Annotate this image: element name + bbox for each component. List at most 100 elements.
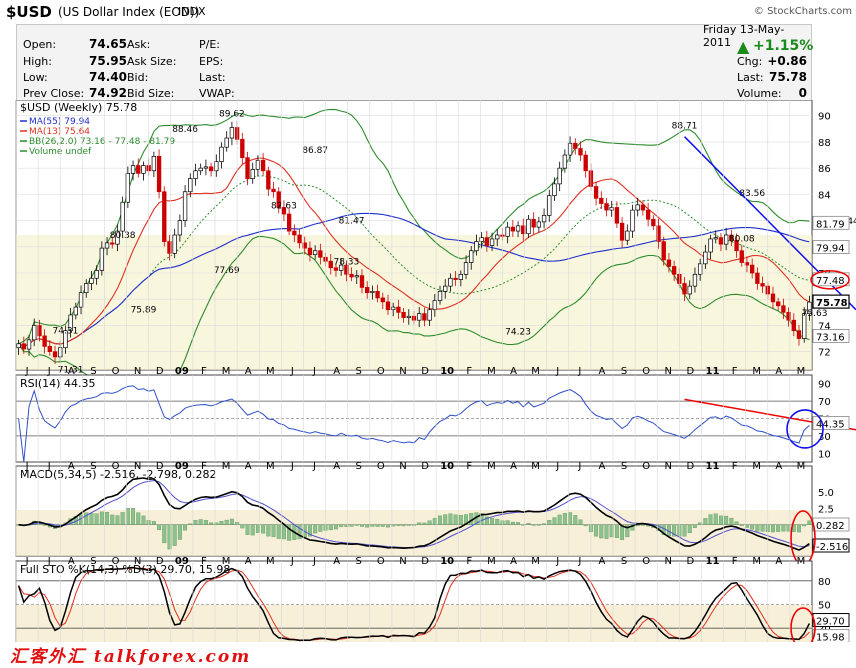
candle-body bbox=[292, 230, 297, 236]
candle-body bbox=[307, 247, 313, 256]
candle-body bbox=[526, 218, 531, 235]
macd-histogram-bar bbox=[526, 523, 531, 525]
x-tick-label: S bbox=[356, 461, 362, 472]
candle-body bbox=[489, 238, 495, 246]
macd-histogram-bar bbox=[209, 522, 214, 525]
sto-d-label: 15.98 bbox=[816, 632, 845, 642]
candle-body bbox=[718, 237, 724, 245]
x-tick-label: M bbox=[487, 366, 496, 377]
price-annotation: 86.87 bbox=[302, 146, 328, 156]
candle-body bbox=[354, 275, 359, 278]
volume-value: 0 bbox=[798, 86, 807, 100]
macd-histogram-bar bbox=[141, 515, 146, 525]
candle-body bbox=[536, 221, 542, 228]
candle-body bbox=[89, 277, 94, 284]
y-tick-label: 90 bbox=[818, 112, 831, 123]
macd-histogram-bar bbox=[271, 524, 276, 537]
change-percent: +1.15% bbox=[753, 38, 814, 54]
price-panel-title: $USD (Weekly) 75.78 bbox=[20, 101, 137, 114]
open-label: Open: bbox=[23, 38, 57, 51]
candle-body bbox=[417, 313, 422, 321]
candle-body bbox=[651, 218, 656, 227]
x-tick-label: D bbox=[156, 366, 164, 377]
x-tick-label: M bbox=[266, 556, 275, 567]
macd-histogram-bar bbox=[333, 524, 338, 530]
price-label: 77.48 bbox=[816, 276, 845, 287]
x-tick-label: A bbox=[599, 461, 606, 472]
macd-histogram-bar bbox=[99, 511, 104, 525]
x-tick-label: M bbox=[222, 556, 231, 567]
candle-body bbox=[260, 159, 266, 172]
macd-histogram-bar bbox=[162, 524, 167, 544]
macd-histogram-bar bbox=[183, 524, 188, 531]
legend-entry: BB(26,2.0) 73.16 - 77.48 - 81.79 bbox=[29, 137, 175, 147]
x-tick-label: A bbox=[599, 556, 606, 567]
x-tick-label: J bbox=[312, 556, 316, 567]
x-tick-label: A bbox=[245, 366, 252, 377]
x-tick-label: A bbox=[333, 556, 340, 567]
candle-body bbox=[469, 250, 474, 263]
high-value: 75.95 bbox=[89, 54, 127, 68]
x-tick-label: M bbox=[797, 461, 806, 472]
candle-body bbox=[110, 242, 115, 245]
x-tick-label: S bbox=[90, 461, 96, 472]
candle-body bbox=[156, 156, 162, 193]
macd-histogram-bar bbox=[406, 524, 411, 526]
macd-histogram-bar bbox=[417, 522, 422, 525]
rsi-last-label: 44.35 bbox=[816, 419, 845, 430]
macd-histogram-bar bbox=[583, 524, 588, 527]
macd-histogram-bar bbox=[510, 521, 515, 525]
x-tick-label: O bbox=[112, 366, 120, 377]
candle-body bbox=[370, 291, 375, 294]
macd-histogram-bar bbox=[505, 520, 510, 525]
candle-body bbox=[703, 251, 708, 265]
price-annotation: 80.08 bbox=[729, 235, 755, 245]
x-tick-label: 09 bbox=[175, 366, 189, 377]
x-tick-label: S bbox=[621, 461, 627, 472]
x-tick-label: J bbox=[577, 461, 581, 472]
candle-body bbox=[484, 237, 490, 246]
x-tick-label: A bbox=[333, 366, 340, 377]
candle-body bbox=[182, 191, 188, 221]
low-value: 74.40 bbox=[89, 70, 127, 84]
x-tick-label: 11 bbox=[706, 556, 720, 567]
x-tick-label: M bbox=[487, 556, 496, 567]
candle-body bbox=[365, 287, 370, 294]
candle-body bbox=[640, 204, 646, 211]
macd-histogram-bar bbox=[157, 524, 162, 530]
macd-histogram-bar bbox=[797, 524, 801, 533]
x-tick-label: J bbox=[47, 556, 51, 567]
candle-body bbox=[380, 297, 385, 303]
candle-body bbox=[755, 272, 760, 284]
macd-histogram-bar bbox=[198, 519, 203, 525]
x-tick-label: M bbox=[531, 366, 540, 377]
candle-body bbox=[224, 137, 229, 148]
candle-body bbox=[593, 186, 599, 199]
macd-histogram-bar bbox=[42, 524, 47, 526]
x-tick-label: N bbox=[399, 461, 406, 472]
macd-histogram-bar bbox=[760, 524, 765, 532]
macd-histogram-bar bbox=[365, 524, 370, 528]
candle-body bbox=[463, 262, 469, 275]
y-tick-label: 50 bbox=[818, 601, 831, 612]
x-tick-label: M bbox=[752, 366, 761, 377]
candle-body bbox=[619, 222, 625, 241]
price-annotation: 74.23 bbox=[505, 327, 531, 337]
candle-body bbox=[385, 301, 391, 311]
x-tick-label: D bbox=[156, 461, 164, 472]
x-tick-label: M bbox=[222, 461, 231, 472]
x-tick-label: 11 bbox=[706, 461, 720, 472]
prev-close-label: Prev Close: bbox=[23, 87, 85, 100]
macd-histogram-bar bbox=[718, 515, 723, 525]
macd-histogram-bar bbox=[229, 518, 234, 525]
candle-body bbox=[474, 241, 479, 252]
candle-body bbox=[448, 277, 453, 287]
macd-histogram-bar bbox=[562, 513, 567, 525]
macd-histogram-bar bbox=[640, 524, 645, 526]
x-tick-label: S bbox=[621, 556, 627, 567]
candle-body bbox=[583, 154, 588, 172]
x-tick-label: J bbox=[47, 366, 51, 377]
macd-histogram-bar bbox=[261, 524, 266, 534]
open-value: 74.65 bbox=[89, 37, 127, 51]
y-tick-label: 90 bbox=[818, 380, 831, 391]
